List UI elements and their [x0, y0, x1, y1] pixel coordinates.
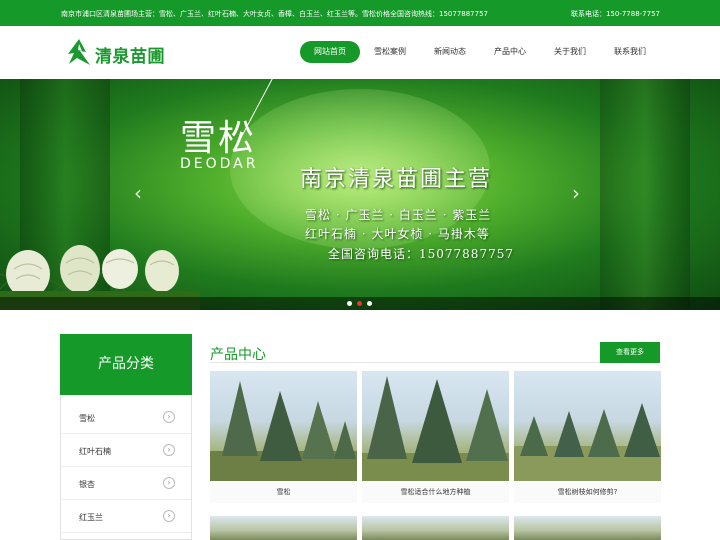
chevron-right-circle-icon: › — [163, 444, 175, 456]
sidebar-item-label: 红玉兰 — [79, 513, 103, 522]
product-image — [362, 516, 509, 540]
tree-image-3 — [514, 403, 661, 481]
banner-headline: 南京清泉苗圃主营 — [300, 167, 493, 192]
product-image — [514, 516, 661, 540]
chevron-right-circle-icon: › — [163, 411, 175, 423]
product-image — [362, 371, 509, 481]
nav-home[interactable]: 网站首页 — [300, 41, 360, 63]
chevron-right-circle-icon: › — [163, 510, 175, 522]
nav-about[interactable]: 关于我们 — [540, 41, 600, 63]
leaf-logo-icon — [68, 39, 90, 65]
slide-dot-2[interactable] — [357, 301, 362, 306]
view-more-button[interactable]: 查看更多 — [600, 342, 660, 363]
sidebar-item-ginkgo[interactable]: 银杏 › — [61, 467, 191, 500]
banner-subtitle: DEODAR — [180, 156, 259, 172]
nav-products[interactable]: 产品中心 — [480, 41, 540, 63]
nav-contact[interactable]: 联系我们 — [600, 41, 660, 63]
banner-title: 雪松 — [180, 118, 257, 159]
banner-line-2: 红叶石楠 · 大叶女桢 · 马褂木等 — [305, 227, 490, 241]
sidebar-item-deodar[interactable]: 雪松 › — [61, 401, 191, 434]
product-caption: 雪松 — [210, 481, 357, 503]
banner-bokeh-right — [600, 79, 690, 310]
slide-dot-3[interactable] — [367, 301, 372, 306]
sidebar-item-label: 雪松 — [79, 414, 95, 423]
product-image — [210, 516, 357, 540]
tree-image-1 — [210, 381, 357, 481]
chevron-right-circle-icon: › — [163, 477, 175, 489]
hero-banner[interactable]: 雪松 DEODAR 南京清泉苗圃主营 雪松 · 广玉兰 · 白玉兰 · 紫玉兰 … — [0, 79, 720, 310]
products-divider — [210, 362, 660, 363]
chevron-right-icon[interactable]: › — [572, 183, 586, 203]
products-title: 产品中心 — [210, 347, 266, 363]
slider-bar — [0, 297, 720, 310]
logo-text: 清泉苗圃 — [95, 47, 165, 67]
banner-line-1: 雪松 · 广玉兰 · 白玉兰 · 紫玉兰 — [305, 208, 492, 222]
sidebar-item-red-magnolia[interactable]: 红玉兰 › — [61, 500, 191, 533]
sidebar-item-photinia[interactable]: 红叶石楠 › — [61, 434, 191, 467]
chevron-left-icon[interactable]: ‹ — [134, 183, 148, 203]
top-phone: 联系电话：150-7788-7757 — [570, 10, 660, 18]
sidebar-item-label: 红叶石楠 — [79, 447, 111, 456]
product-caption: 雪松树枝如何修剪? — [514, 481, 661, 503]
logo[interactable]: 清泉苗圃 — [66, 38, 166, 67]
top-notice: 南京市浦口区清泉苗圃场主营：雪松、广玉兰、红叶石楠、大叶女贞、香樟、白玉兰、红玉… — [61, 10, 488, 18]
tree-image-2 — [362, 376, 509, 481]
sidebar-item-label: 银杏 — [79, 480, 95, 489]
product-caption: 雪松适合什么地方种植 — [362, 481, 509, 503]
banner-line-3: 全国咨询电话：15077887757 — [328, 247, 514, 261]
category-sidebar: 产品分类 雪松 › 红叶石楠 › 银杏 › 红玉兰 › — [60, 334, 192, 540]
product-image — [514, 371, 661, 481]
product-image — [210, 371, 357, 481]
top-bar: 南京市浦口区清泉苗圃场主营：雪松、广玉兰、红叶石楠、大叶女贞、香樟、白玉兰、红玉… — [0, 0, 720, 26]
slide-dot-1[interactable] — [347, 301, 352, 306]
nav-news[interactable]: 新闻动态 — [420, 41, 480, 63]
nav-cases[interactable]: 雪松案例 — [360, 41, 420, 63]
sidebar-title: 产品分类 — [60, 334, 192, 395]
header: 清泉苗圃 网站首页 雪松案例 新闻动态 产品中心 关于我们 联系我们 — [0, 26, 720, 79]
